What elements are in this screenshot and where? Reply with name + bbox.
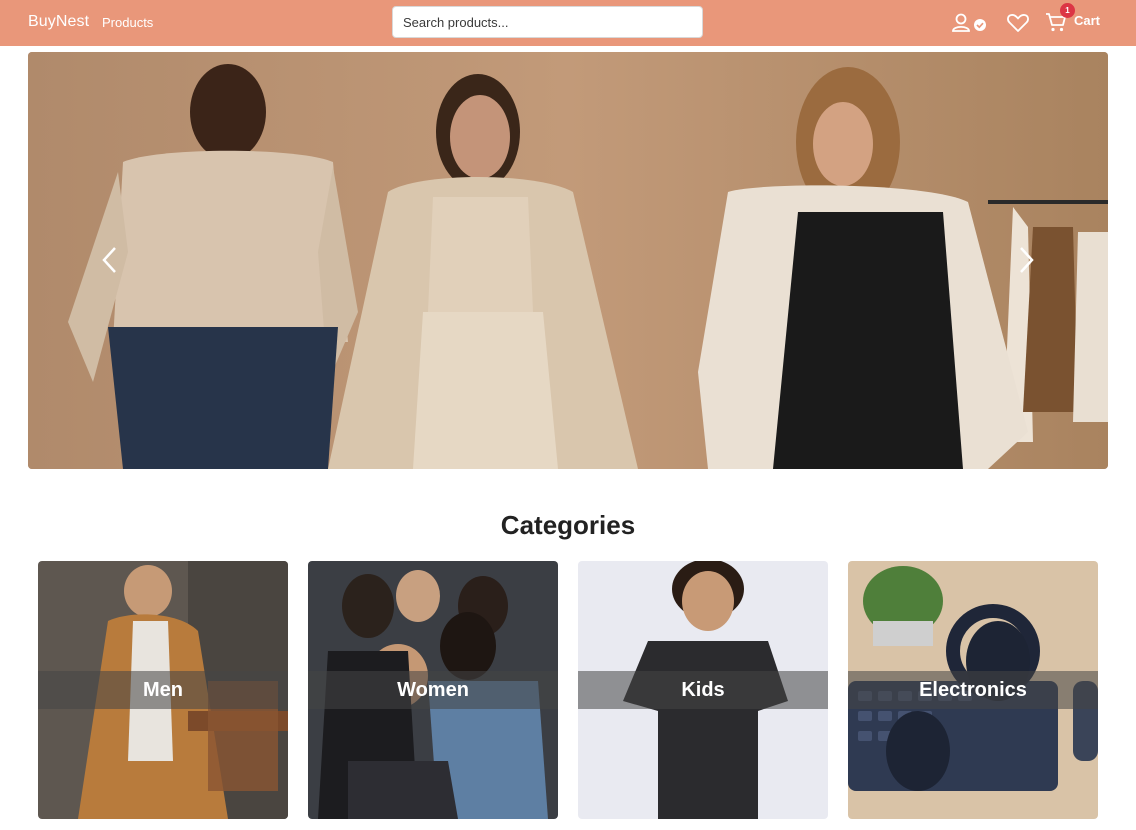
category-card-electronics[interactable]: Electronics [848,561,1098,819]
chevron-left-icon[interactable] [90,240,130,280]
category-label-men: Men [143,679,183,701]
heart-icon[interactable] [1005,10,1031,36]
navbar: BuyNest Products 1 Cart [0,0,1136,46]
category-card-men[interactable]: Men [38,561,288,819]
cart-count-badge: 1 [1060,3,1075,18]
user-check-icon[interactable] [950,10,990,36]
brand-logo[interactable]: BuyNest [28,13,89,31]
category-label-electronics: Electronics [919,679,1027,701]
chevron-right-icon[interactable] [1006,240,1046,280]
categories-title: Categories [500,510,636,540]
search-input[interactable] [392,6,703,38]
category-card-women[interactable]: Women [308,561,558,819]
cart-label: Cart [1074,13,1101,28]
category-label-women: Women [397,679,469,701]
hero-carousel [28,52,1108,469]
category-label-kids: Kids [681,679,725,701]
category-card-kids[interactable]: Kids [578,561,828,819]
cart-button[interactable]: 1 Cart [1044,3,1114,36]
hero-image [28,52,1108,469]
products-link[interactable]: Products [102,15,153,30]
